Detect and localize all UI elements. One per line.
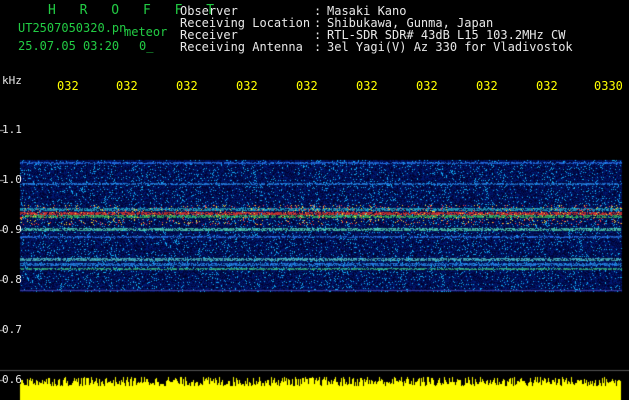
freq-tick-label: 0.7 bbox=[2, 323, 22, 336]
meteor-label: meteor bbox=[124, 25, 168, 39]
time-tick-label: 032 bbox=[356, 79, 378, 93]
time-tick-label: 032 bbox=[536, 79, 558, 93]
time-tick-label: 032 bbox=[116, 79, 138, 93]
axis-unit-label: kHz bbox=[2, 74, 22, 87]
filename-label: UT2507050320.pn bbox=[18, 21, 127, 35]
info-label-antenna: Receiving Antenna bbox=[180, 40, 303, 54]
time-tick-label: 032 bbox=[476, 79, 498, 93]
freq-tick-label: 0.6 bbox=[2, 373, 22, 386]
time-tick-label: 032 bbox=[416, 79, 438, 93]
info-separator: : bbox=[314, 40, 322, 54]
spectrogram-canvas bbox=[0, 0, 629, 400]
time-tick-label: 032 bbox=[176, 79, 198, 93]
freq-tick-label: 0.9 bbox=[2, 223, 22, 236]
time-tick-label: 032 bbox=[296, 79, 318, 93]
meteor-count: 0_ bbox=[139, 39, 154, 53]
info-value-antenna: 3el Yagi(V) Az 330 for Vladivostok bbox=[327, 40, 573, 54]
freq-tick-label: 1.1 bbox=[2, 123, 22, 136]
time-tick-label: 032 bbox=[57, 79, 79, 93]
freq-tick-label: 0.8 bbox=[2, 273, 22, 286]
datetime-label: 25.07.05 03:20 bbox=[18, 39, 120, 53]
time-tick-label: 032 bbox=[236, 79, 258, 93]
time-tick-label: 0330 bbox=[594, 79, 623, 93]
freq-tick-label: 1.0 bbox=[2, 173, 22, 186]
